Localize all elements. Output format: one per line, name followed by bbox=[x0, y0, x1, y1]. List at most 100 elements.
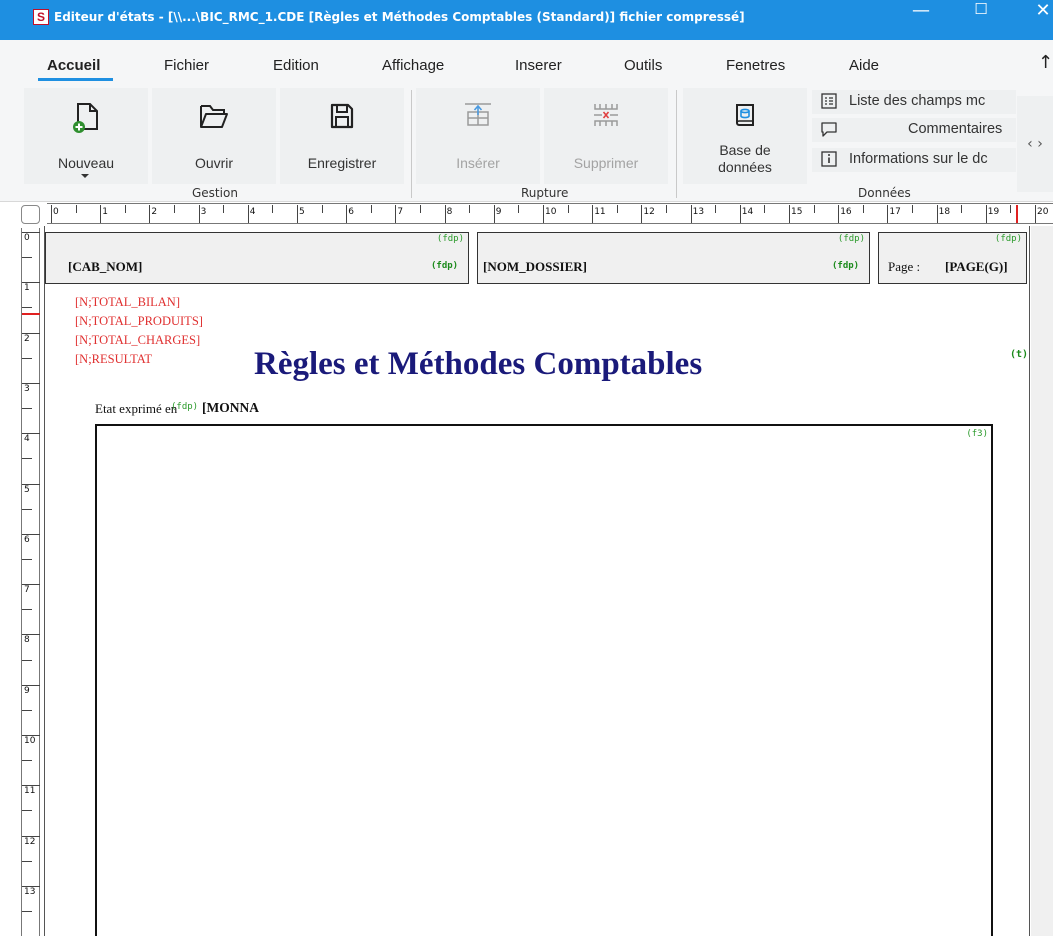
nom-dossier-field: [NOM_DOSSIER] bbox=[483, 259, 588, 274]
commentaires-button[interactable]: Commentaires bbox=[812, 118, 1016, 142]
ruler-position-marker bbox=[1016, 205, 1018, 223]
ruler-label: 9 bbox=[24, 685, 30, 696]
ruler-tick bbox=[567, 205, 569, 213]
tab-outils[interactable]: Outils bbox=[624, 57, 662, 74]
active-tab-indicator bbox=[38, 78, 113, 81]
ruler-tick bbox=[370, 205, 372, 213]
fdp-tag: (fdp) bbox=[436, 234, 464, 244]
ruler-label: 17 bbox=[889, 207, 901, 217]
tab-accueil[interactable]: Accueil bbox=[47, 57, 100, 74]
ruler-corner-box[interactable] bbox=[21, 205, 40, 224]
ruler-tick bbox=[395, 205, 397, 223]
supprimer-rupture-button[interactable]: Supprimer bbox=[544, 88, 668, 184]
ruler-tick bbox=[247, 205, 249, 223]
hidden-field-resultat: [N;RESULTAT bbox=[75, 352, 153, 366]
header-cab-nom-box[interactable]: (fdp) [CAB_NOM] (fdp) bbox=[45, 232, 469, 284]
ruler-tick bbox=[22, 307, 32, 309]
header-nom-dossier-box[interactable]: (fdp) [NOM_DOSSIER] (fdp) bbox=[477, 232, 870, 284]
ruler-tick bbox=[22, 257, 32, 259]
report-frame-f3[interactable]: (f3) bbox=[95, 424, 993, 936]
window-title-bar[interactable]: S Editeur d'états - [\\...\BIC_RMC_1.CDE… bbox=[0, 0, 1053, 40]
informations-label: Informations sur le dc bbox=[849, 151, 988, 167]
ruler-tick bbox=[1035, 205, 1036, 223]
informations-button[interactable]: Informations sur le dc bbox=[812, 148, 1016, 172]
tab-inserer[interactable]: Inserer bbox=[515, 57, 562, 74]
ruler-tick bbox=[862, 205, 864, 213]
report-title[interactable]: Règles et Méthodes Comptables bbox=[254, 346, 702, 383]
tab-fichier[interactable]: Fichier bbox=[164, 57, 209, 74]
ruler-label: 18 bbox=[938, 207, 951, 217]
ruler-tick bbox=[813, 205, 815, 213]
ruler-label: 3 bbox=[200, 207, 207, 217]
save-icon bbox=[330, 103, 354, 129]
menu-bar: Accueil Fichier Edition Affichage Insere… bbox=[0, 40, 1053, 82]
insert-rupture-icon bbox=[465, 103, 491, 126]
chevron-down-icon bbox=[81, 174, 89, 178]
ruler-tick bbox=[690, 205, 692, 223]
ruler-position-marker bbox=[22, 313, 40, 315]
commentaires-label: Commentaires bbox=[908, 121, 1003, 137]
hidden-field-total-charges: [N;TOTAL_CHARGES] bbox=[75, 333, 201, 347]
group-label-rupture: Rupture bbox=[521, 186, 569, 200]
ruler-label: 5 bbox=[24, 484, 30, 495]
ruler-tick bbox=[616, 205, 618, 213]
tab-affichage[interactable]: Affichage bbox=[382, 57, 444, 74]
base-label-line1: Base de bbox=[719, 142, 771, 158]
page-number-field: [PAGE(G)] bbox=[945, 259, 1008, 274]
ruler-tick bbox=[789, 205, 790, 223]
page-right-gutter bbox=[1031, 226, 1053, 936]
ruler-tick bbox=[22, 659, 32, 661]
enregistrer-label: Enregistrer bbox=[307, 155, 377, 171]
report-page[interactable]: (fdp) [CAB_NOM] (fdp) (fdp) [NOM_DOSSIER… bbox=[44, 226, 1030, 936]
ruler-tick bbox=[321, 205, 323, 213]
enregistrer-button[interactable]: Enregistrer bbox=[280, 88, 404, 184]
ruler-label: 6 bbox=[348, 207, 354, 217]
ribbon-collapse-icon[interactable]: ↑ bbox=[1038, 52, 1053, 73]
ruler-label: 8 bbox=[24, 635, 30, 646]
title-tag: (t) bbox=[1010, 349, 1029, 360]
maximize-button[interactable]: ☐ bbox=[958, 0, 1004, 40]
ruler-tick bbox=[838, 205, 840, 223]
hidden-field-total-produits: [N;TOTAL_PRODUITS] bbox=[75, 314, 203, 328]
tab-edition[interactable]: Edition bbox=[273, 57, 319, 74]
fdp-tag: (fdp) bbox=[837, 234, 865, 244]
ruler-tick bbox=[1010, 205, 1012, 213]
minimize-button[interactable]: — bbox=[898, 0, 944, 40]
base-de-donnees-button[interactable]: Base de données bbox=[683, 88, 807, 184]
etat-exprime-label: Etat exprimé en bbox=[95, 401, 178, 416]
list-icon bbox=[821, 93, 837, 109]
base-de-donnees-label: Base de données bbox=[683, 142, 807, 176]
close-button[interactable]: ✕ bbox=[1020, 0, 1053, 40]
ruler-label: 5 bbox=[299, 207, 305, 217]
tab-fenetres[interactable]: Fenetres bbox=[726, 57, 785, 74]
ruler-label: 13 bbox=[692, 207, 705, 217]
ruler-label: 16 bbox=[840, 207, 852, 217]
ruler-tick bbox=[149, 205, 151, 223]
ruler-label: 12 bbox=[24, 836, 36, 847]
ouvrir-button[interactable]: Ouvrir bbox=[152, 88, 276, 184]
ruler-label: 1 bbox=[102, 207, 108, 217]
header-page-box[interactable]: (fdp) Page : [PAGE(G)] bbox=[878, 232, 1027, 284]
nouveau-button[interactable]: Nouveau bbox=[24, 88, 148, 184]
ruler-tick bbox=[22, 860, 32, 862]
ruler-tick bbox=[420, 205, 421, 213]
ruler-label: 2 bbox=[151, 207, 158, 217]
ruler-label: 15 bbox=[791, 207, 803, 217]
ruler-label: 1 bbox=[24, 283, 30, 294]
ruler-tick bbox=[715, 205, 717, 213]
liste-des-champs-button[interactable]: Liste des champs mc bbox=[812, 90, 1016, 114]
ruler-label: 0 bbox=[53, 207, 59, 217]
inserer-rupture-button[interactable]: Insérer bbox=[416, 88, 540, 184]
ruler-tick bbox=[22, 911, 32, 913]
ruler-tick bbox=[100, 205, 102, 223]
window-title: Editeur d'états - [\\...\BIC_RMC_1.CDE [… bbox=[54, 10, 745, 24]
ruler-label: 7 bbox=[397, 207, 404, 217]
ruler-label: 19 bbox=[987, 207, 1000, 217]
ruler-tick bbox=[22, 609, 32, 611]
ruler-tick bbox=[22, 408, 32, 410]
info-icon bbox=[821, 151, 837, 167]
ruler-tick bbox=[887, 205, 889, 223]
ribbon-scroll-arrows[interactable]: ‹ › bbox=[1017, 96, 1053, 192]
ruler-tick bbox=[961, 205, 963, 213]
tab-aide[interactable]: Aide bbox=[849, 57, 879, 74]
